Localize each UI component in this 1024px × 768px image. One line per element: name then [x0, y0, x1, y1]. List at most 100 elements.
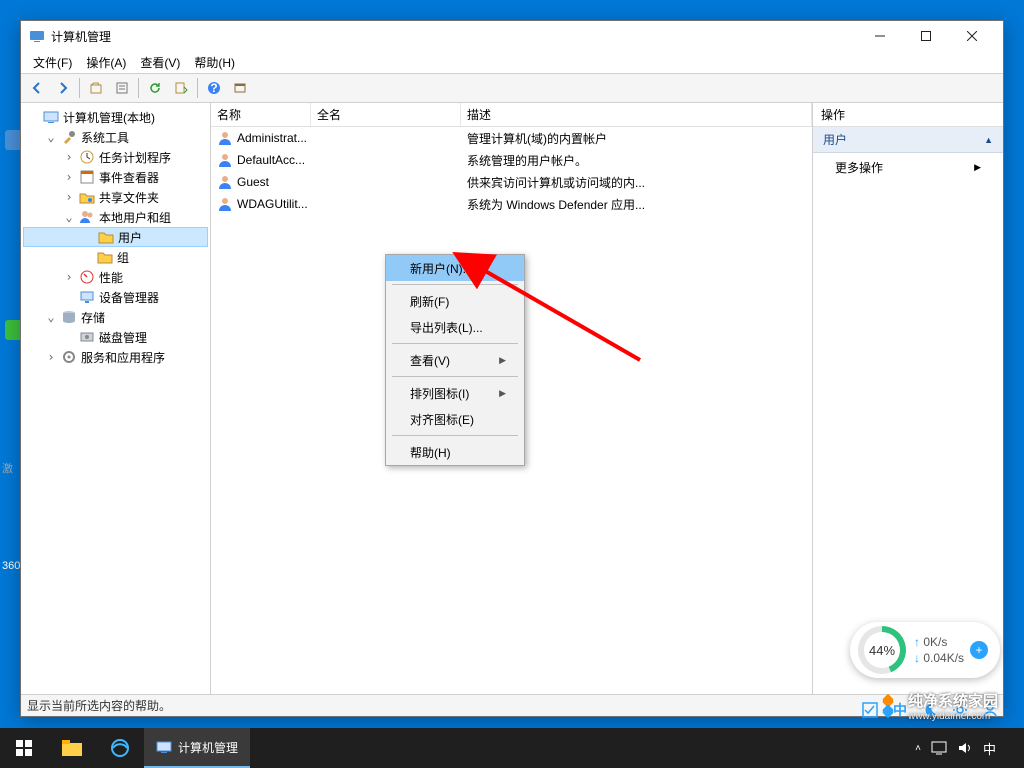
taskbar-mmc[interactable]: 计算机管理 — [144, 728, 250, 768]
menu-view[interactable]: 查看(V) — [134, 52, 186, 73]
tree-item-3[interactable]: › 事件查看器 — [23, 167, 208, 187]
statusbar: 显示当前所选内容的帮助。 — [21, 694, 1003, 716]
chevron-right-icon: ▶ — [499, 355, 506, 366]
context-item-10[interactable]: 帮助(H) — [386, 439, 524, 465]
maximize-button[interactable] — [903, 21, 949, 51]
context-separator — [392, 376, 518, 377]
context-separator — [392, 343, 518, 344]
action-more[interactable]: 更多操作 ▶ — [813, 153, 1003, 182]
minimize-button[interactable] — [857, 21, 903, 51]
status-text: 显示当前所选内容的帮助。 — [27, 697, 171, 714]
tree-label: 任务计划程序 — [99, 149, 171, 166]
navigation-tree[interactable]: 计算机管理(本地)⌄系统工具 › 任务计划程序 › 事件查看器›共享文件夹 ⌄ 本地用户和组… — [21, 103, 211, 694]
tree-label: 存储 — [81, 309, 105, 326]
tree-item-9[interactable]: 设备管理器 — [23, 287, 208, 307]
tray-ime-icon[interactable]: 中 — [983, 739, 996, 758]
context-item-2[interactable]: 刷新(F) — [386, 288, 524, 314]
gauge-add-button[interactable]: + — [970, 641, 988, 659]
chevron-right-icon: ▶ — [499, 388, 506, 399]
col-fullname[interactable]: 全名 — [311, 103, 461, 126]
taskbar-edge[interactable] — [96, 728, 144, 768]
expand-icon[interactable]: ⌄ — [45, 310, 57, 324]
svg-text:?: ? — [210, 81, 217, 95]
tree-label: 性能 — [99, 269, 123, 286]
user-row[interactable]: Administrat...管理计算机(域)的内置帐户 — [211, 127, 812, 149]
context-label: 查看(V) — [410, 352, 450, 369]
tray-volume-icon[interactable] — [957, 741, 973, 755]
tree-item-0[interactable]: 计算机管理(本地) — [23, 107, 208, 127]
performance-gauge-widget[interactable]: 44% 0K/s 0.04K/s + — [850, 622, 1000, 678]
tree-label: 计算机管理(本地) — [63, 109, 155, 126]
expand-icon[interactable]: ⌄ — [45, 130, 57, 144]
system-tray: ˄ 中 — [915, 728, 1024, 768]
context-item-5[interactable]: 查看(V) ▶ — [386, 347, 524, 373]
user-row[interactable]: Guest供来宾访问计算机或访问域的内... — [211, 171, 812, 193]
col-description[interactable]: 描述 — [461, 103, 812, 126]
desktop-label-360: 360 — [2, 560, 20, 572]
tray-overflow-icon[interactable]: ˄ — [915, 743, 921, 754]
tree-label: 事件查看器 — [99, 169, 159, 186]
export-button[interactable] — [169, 76, 193, 100]
tree-item-6[interactable]: 用户 — [23, 227, 208, 247]
action-more-label: 更多操作 — [835, 159, 883, 176]
context-separator — [392, 284, 518, 285]
forward-button[interactable] — [51, 76, 75, 100]
tree-item-11[interactable]: 磁盘管理 — [23, 327, 208, 347]
tree-item-4[interactable]: ›共享文件夹 — [23, 187, 208, 207]
start-button[interactable] — [0, 728, 48, 768]
taskbar-app-label: 计算机管理 — [178, 739, 238, 756]
list-header: 名称 全名 描述 — [211, 103, 812, 127]
net-speed: 0K/s 0.04K/s — [914, 635, 964, 665]
menu-help[interactable]: 帮助(H) — [188, 52, 241, 73]
expand-icon[interactable]: ⌄ — [63, 210, 75, 224]
expand-icon[interactable]: › — [63, 270, 75, 284]
taskbar-explorer[interactable] — [48, 728, 96, 768]
properties-button[interactable] — [110, 76, 134, 100]
col-name[interactable]: 名称 — [211, 103, 311, 126]
actions-group-users[interactable]: 用户 ▲ — [813, 127, 1003, 153]
help-button[interactable]: ? — [202, 76, 226, 100]
context-item-0[interactable]: 新用户(N)... — [386, 255, 524, 281]
actions-header: 操作 — [813, 103, 1003, 127]
tree-item-10[interactable]: ⌄ 存储 — [23, 307, 208, 327]
expand-icon[interactable]: › — [63, 170, 75, 184]
context-item-8[interactable]: 对齐图标(E) — [386, 406, 524, 432]
context-label: 刷新(F) — [410, 293, 449, 310]
tree-item-5[interactable]: ⌄ 本地用户和组 — [23, 207, 208, 227]
titlebar[interactable]: 计算机管理 — [21, 21, 1003, 51]
app-icon — [29, 28, 45, 44]
menu-action[interactable]: 操作(A) — [80, 52, 132, 73]
expand-icon[interactable]: › — [63, 150, 75, 164]
tray-clock-area[interactable] — [1006, 728, 1016, 768]
tray-display-icon[interactable] — [931, 741, 947, 755]
context-item-3[interactable]: 导出列表(L)... — [386, 314, 524, 340]
context-label: 帮助(H) — [410, 444, 451, 461]
close-button[interactable] — [949, 21, 995, 51]
expand-icon[interactable]: › — [63, 190, 75, 204]
menubar: 文件(F) 操作(A) 查看(V) 帮助(H) — [21, 51, 1003, 73]
tree-item-12[interactable]: › 服务和应用程序 — [23, 347, 208, 367]
menu-file[interactable]: 文件(F) — [27, 52, 78, 73]
user-desc: 系统为 Windows Defender 应用... — [467, 196, 645, 213]
tree-label: 本地用户和组 — [99, 209, 171, 226]
user-name: Guest — [237, 175, 269, 189]
tree-item-8[interactable]: › 性能 — [23, 267, 208, 287]
extra-button[interactable] — [228, 76, 252, 100]
tree-item-7[interactable]: 组 — [23, 247, 208, 267]
tree-item-1[interactable]: ⌄系统工具 — [23, 127, 208, 147]
watermark-sub: www.yidaimei.com — [908, 711, 998, 722]
toolbar: ? — [21, 73, 1003, 103]
tree-label: 用户 — [118, 229, 142, 246]
user-row[interactable]: WDAGUtilit...系统为 Windows Defender 应用... — [211, 193, 812, 215]
expand-icon[interactable]: › — [45, 350, 57, 364]
context-label: 排列图标(I) — [410, 385, 469, 402]
tree-label: 服务和应用程序 — [81, 349, 165, 366]
tree-label: 磁盘管理 — [99, 329, 147, 346]
back-button[interactable] — [25, 76, 49, 100]
chevron-right-icon: ▶ — [974, 162, 981, 173]
tree-item-2[interactable]: › 任务计划程序 — [23, 147, 208, 167]
refresh-button[interactable] — [143, 76, 167, 100]
up-button[interactable] — [84, 76, 108, 100]
user-row[interactable]: DefaultAcc...系统管理的用户帐户。 — [211, 149, 812, 171]
context-item-7[interactable]: 排列图标(I) ▶ — [386, 380, 524, 406]
